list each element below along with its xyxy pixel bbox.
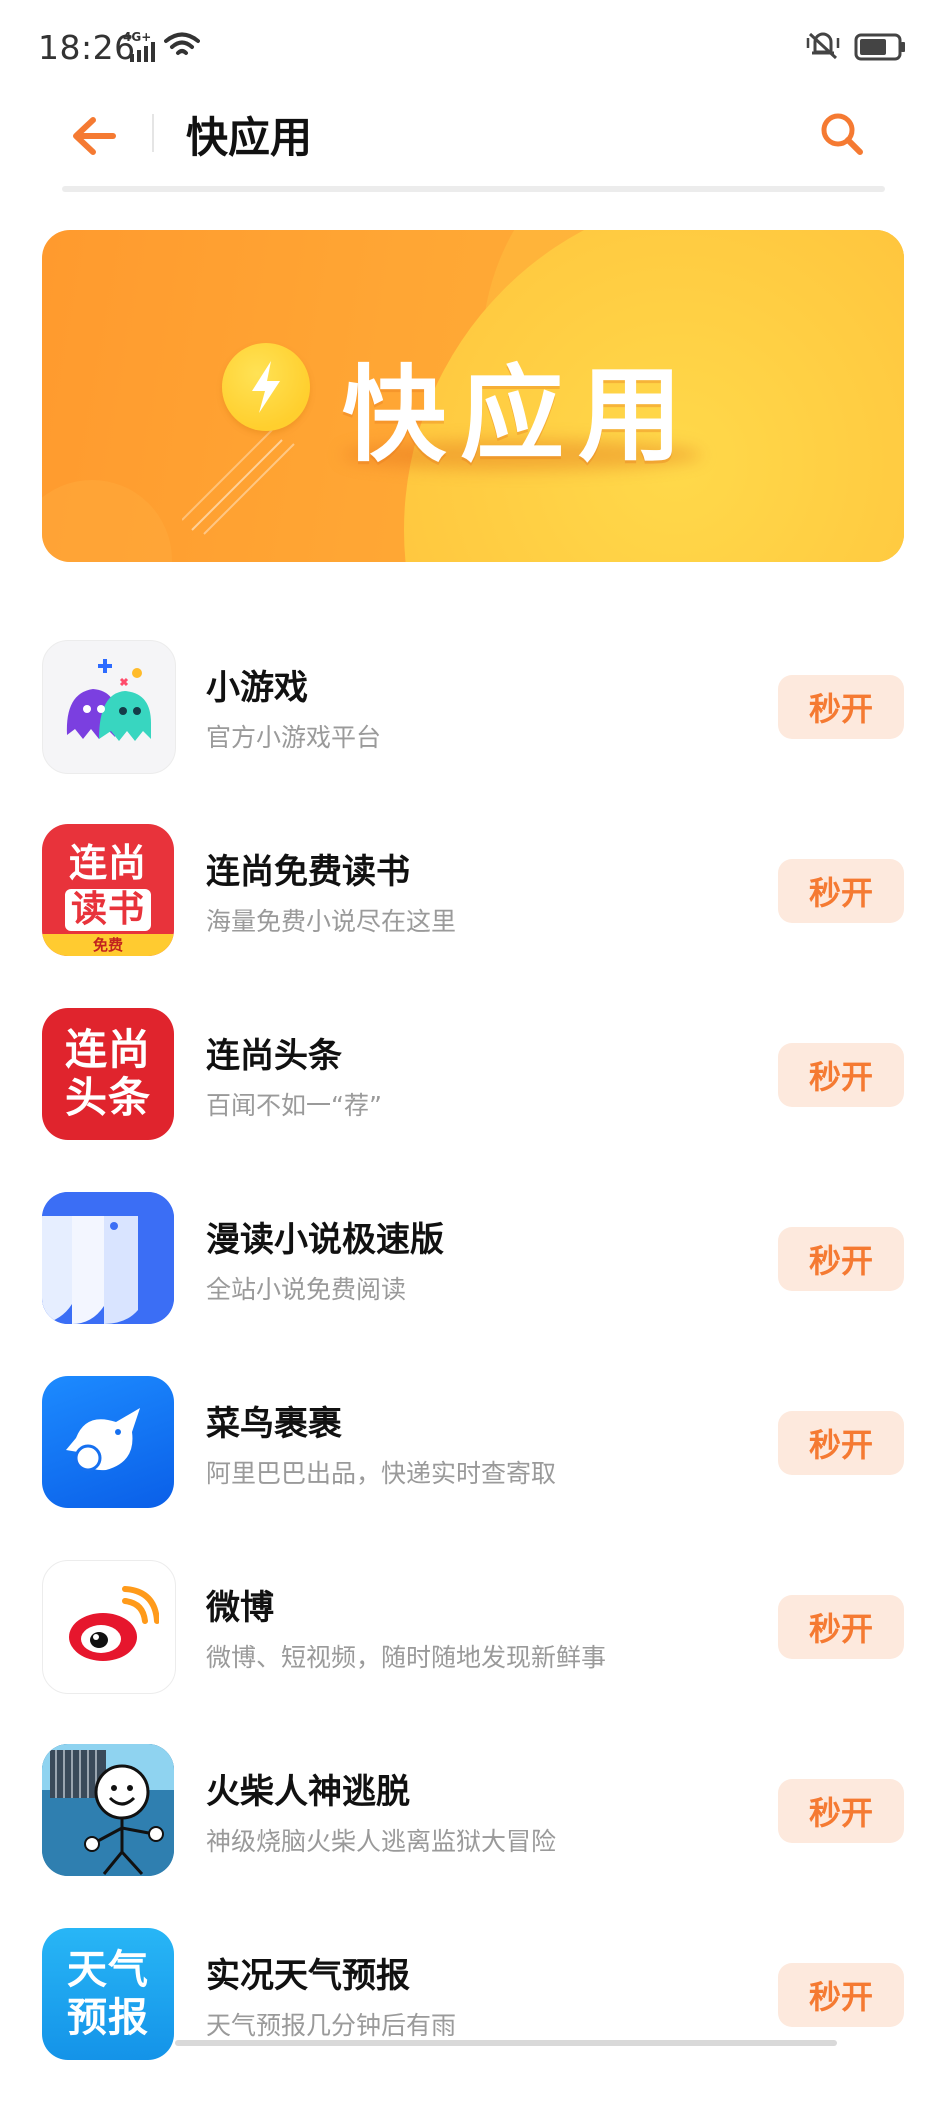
- page-title: 快应用: [186, 113, 313, 162]
- header-divider: [152, 114, 154, 152]
- app-name: 微博: [206, 1588, 274, 1628]
- app-name: 连尚头条: [206, 1036, 342, 1076]
- list-item[interactable]: 微博 微博、短视频，随时随地发现新鲜事 秒开: [0, 1550, 947, 1734]
- icon-badge: 免费: [42, 934, 174, 956]
- app-description: 百闻不如一“荐”: [206, 1091, 382, 1120]
- open-button[interactable]: 秒开: [778, 1779, 904, 1843]
- icon-label: 读书: [64, 889, 151, 931]
- lianshang-news-app-icon: 连尚 头条: [42, 1008, 174, 1140]
- app-name: 菜鸟裹裹: [206, 1404, 342, 1444]
- header-underline: [62, 186, 885, 192]
- list-item[interactable]: 小游戏 官方小游戏平台 秒开: [0, 630, 947, 814]
- status-time: 18:26: [38, 28, 136, 67]
- cainiao-app-icon: [42, 1376, 174, 1508]
- back-button[interactable]: [62, 106, 126, 170]
- back-arrow-icon: [71, 116, 117, 160]
- home-indicator: [175, 2040, 837, 2046]
- lightning-icon: [222, 343, 310, 431]
- app-description: 官方小游戏平台: [206, 723, 382, 752]
- open-button[interactable]: 秒开: [778, 1043, 904, 1107]
- weibo-app-icon: [42, 1560, 176, 1694]
- mini-games-app-icon: [42, 640, 176, 774]
- app-name: 小游戏: [206, 668, 308, 708]
- list-item[interactable]: 漫读小说极速版 全站小说免费阅读 秒开: [0, 1182, 947, 1366]
- app-description: 天气预报几分钟后有雨: [206, 2011, 457, 2040]
- app-name: 漫读小说极速版: [206, 1220, 444, 1260]
- app-description: 阿里巴巴出品，快递实时查寄取: [206, 1459, 557, 1488]
- app-description: 海量免费小说尽在这里: [206, 907, 457, 936]
- mandu-novel-app-icon: [42, 1192, 174, 1324]
- icon-label: 连尚: [68, 841, 147, 885]
- app-name: 连尚免费读书: [206, 852, 410, 892]
- open-button[interactable]: 秒开: [778, 1411, 904, 1475]
- banner-lines: [181, 429, 302, 544]
- wifi-icon: [164, 32, 200, 64]
- vibrate-icon: [806, 30, 840, 64]
- banner-decoration: [42, 480, 172, 562]
- app-name: 实况天气预报: [206, 1956, 410, 1996]
- lianshang-reading-app-icon: 连尚 读书 免费: [42, 824, 174, 956]
- signal-icon: [128, 42, 158, 66]
- open-button[interactable]: 秒开: [778, 675, 904, 739]
- stickman-escape-app-icon: [42, 1744, 174, 1876]
- app-header: 快应用: [0, 100, 947, 190]
- app-name: 火柴人神逃脱: [206, 1772, 410, 1812]
- weather-app-icon: 天气 预报: [42, 1928, 174, 2060]
- list-item[interactable]: 连尚 头条 连尚头条 百闻不如一“荐” 秒开: [0, 998, 947, 1182]
- open-button[interactable]: 秒开: [778, 1963, 904, 2027]
- icon-label: 天气: [67, 1947, 149, 1993]
- battery-icon: [854, 33, 906, 65]
- search-button[interactable]: [810, 104, 874, 168]
- app-description: 全站小说免费阅读: [206, 1275, 407, 1304]
- list-item[interactable]: 连尚 读书 免费 连尚免费读书 海量免费小说尽在这里 秒开: [0, 814, 947, 998]
- app-description: 神级烧脑火柴人逃离监狱大冒险: [206, 1827, 557, 1856]
- search-icon: [819, 111, 865, 161]
- icon-label: 头条: [64, 1073, 151, 1122]
- list-item[interactable]: 菜鸟裹裹 阿里巴巴出品，快递实时查寄取 秒开: [0, 1366, 947, 1550]
- list-item[interactable]: 火柴人神逃脱 神级烧脑火柴人逃离监狱大冒险 秒开: [0, 1734, 947, 1918]
- open-button[interactable]: 秒开: [778, 1595, 904, 1659]
- icon-label: 连尚: [64, 1025, 151, 1074]
- promo-banner[interactable]: 快应用: [42, 230, 904, 562]
- icon-label: 预报: [67, 1995, 149, 2041]
- list-item[interactable]: 天气 预报 实况天气预报 天气预报几分钟后有雨 秒开: [0, 1918, 947, 2102]
- app-list: 小游戏 官方小游戏平台 秒开 连尚 读书 免费 连尚免费读书 海量免费小说尽在这…: [0, 630, 947, 2102]
- open-button[interactable]: 秒开: [778, 859, 904, 923]
- banner-title: 快应用: [342, 354, 697, 476]
- open-button[interactable]: 秒开: [778, 1227, 904, 1291]
- app-description: 微博、短视频，随时随地发现新鲜事: [206, 1643, 607, 1672]
- status-bar: 18:26 4G+: [0, 0, 947, 100]
